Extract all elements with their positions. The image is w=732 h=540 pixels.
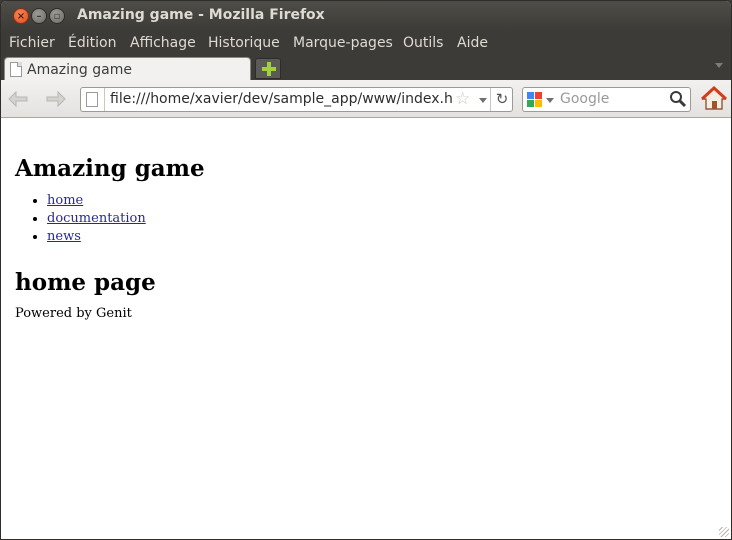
page-icon	[10, 62, 22, 77]
list-all-tabs-icon[interactable]	[715, 63, 723, 68]
menu-affichage[interactable]: Affichage	[130, 35, 196, 51]
minimize-window-button[interactable]: –	[31, 8, 47, 24]
list-item: news	[47, 228, 146, 246]
link-news[interactable]: news	[47, 229, 81, 244]
tab-label: Amazing game	[27, 62, 132, 78]
title-bar: × – ▫ Amazing game - Mozilla Firefox	[1, 1, 731, 31]
search-input[interactable]: Google	[560, 91, 609, 107]
back-arrow-icon[interactable]	[5, 86, 33, 112]
menu-marque-pages[interactable]: Marque-pages	[293, 35, 393, 51]
link-home[interactable]: home	[47, 193, 83, 208]
navigation-toolbar: file:///home/xavier/dev/sample_app/www/i…	[1, 80, 731, 118]
google-icon[interactable]	[527, 92, 542, 107]
page-title: Amazing game	[15, 155, 205, 182]
menu-bar: Fichier Édition Affichage Historique Mar…	[1, 31, 731, 55]
menu-fichier[interactable]: Fichier	[9, 35, 55, 51]
menu-outils[interactable]: Outils	[403, 35, 443, 51]
tab-amazing-game[interactable]: Amazing game	[4, 57, 251, 81]
maximize-window-button[interactable]: ▫	[49, 8, 65, 24]
search-bar[interactable]: Google	[522, 87, 691, 112]
home-icon[interactable]	[701, 86, 727, 112]
link-documentation[interactable]: documentation	[47, 211, 146, 226]
forward-arrow-icon[interactable]	[41, 86, 69, 112]
menu-aide[interactable]: Aide	[457, 35, 488, 51]
bookmark-star-icon[interactable]: ☆	[455, 89, 470, 109]
site-nav-list: home documentation news	[31, 192, 146, 246]
list-item: documentation	[47, 210, 146, 228]
new-tab-button[interactable]	[255, 58, 281, 79]
browser-window: × – ▫ Amazing game - Mozilla Firefox Fic…	[0, 0, 732, 540]
reload-icon[interactable]: ↻	[490, 88, 512, 111]
search-icon[interactable]	[669, 90, 687, 108]
url-history-dropdown-icon[interactable]	[479, 98, 487, 103]
list-item: home	[47, 192, 146, 210]
menu-historique[interactable]: Historique	[208, 35, 280, 51]
section-heading: home page	[15, 269, 156, 296]
window-title: Amazing game - Mozilla Firefox	[77, 7, 325, 23]
close-window-button[interactable]: ×	[13, 8, 29, 24]
tab-strip: Amazing game	[1, 55, 731, 81]
site-identity-icon[interactable]	[86, 92, 98, 107]
url-bar[interactable]: file:///home/xavier/dev/sample_app/www/i…	[80, 87, 513, 112]
search-engine-dropdown-icon[interactable]	[546, 98, 554, 103]
page-content: Amazing game home documentation news hom…	[1, 119, 731, 539]
url-input[interactable]: file:///home/xavier/dev/sample_app/www/i…	[110, 91, 452, 107]
powered-by-text: Powered by Genit	[15, 306, 132, 321]
resize-grip[interactable]	[719, 527, 729, 537]
menu-edition[interactable]: Édition	[68, 35, 116, 51]
